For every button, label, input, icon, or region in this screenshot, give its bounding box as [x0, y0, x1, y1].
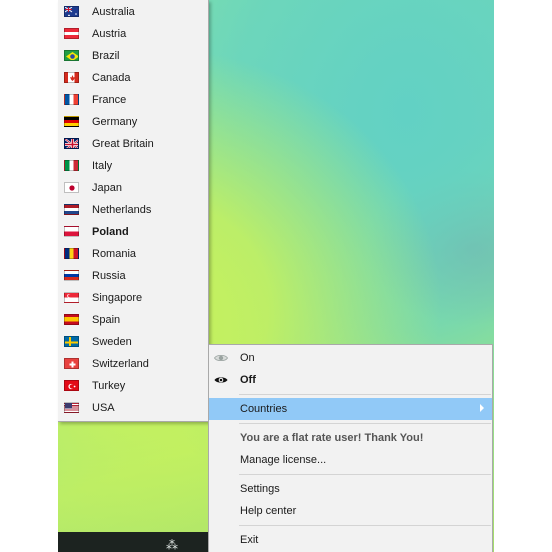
country-item-austria[interactable]: Austria: [58, 23, 208, 45]
menu-item-label: On: [240, 352, 255, 364]
country-label: Singapore: [92, 292, 143, 304]
russia-flag-icon: [64, 270, 79, 281]
country-label: Australia: [92, 6, 135, 18]
menu-item-off[interactable]: Off: [209, 369, 492, 391]
country-label: Italy: [92, 160, 113, 172]
country-item-netherlands[interactable]: Netherlands: [58, 199, 208, 221]
country-item-germany[interactable]: Germany: [58, 111, 208, 133]
tray-context-menu: On Off Countries You are a flat rate use…: [208, 344, 493, 552]
menu-item-label: Off: [240, 374, 256, 386]
menu-separator: [239, 525, 491, 526]
country-item-australia[interactable]: Australia: [58, 1, 208, 23]
country-item-japan[interactable]: Japan: [58, 177, 208, 199]
status-text: You are a flat rate user! Thank You!: [240, 432, 424, 444]
taskbar: [58, 532, 208, 552]
country-label: Austria: [92, 28, 127, 40]
country-item-sweden[interactable]: Sweden: [58, 331, 208, 353]
country-label: Japan: [92, 182, 122, 194]
submenu-arrow-icon: [480, 404, 484, 412]
menu-separator: [239, 474, 491, 475]
country-item-poland[interactable]: Poland: [58, 221, 208, 243]
country-item-romania[interactable]: Romania: [58, 243, 208, 265]
germany-flag-icon: [64, 116, 79, 127]
country-item-canada[interactable]: Canada: [58, 67, 208, 89]
country-item-switzerland[interactable]: Switzerland: [58, 353, 208, 375]
menu-item-on[interactable]: On: [209, 347, 492, 369]
menu-separator: [239, 423, 491, 424]
countries-submenu: Australia Austria Brazil Canada France G…: [58, 0, 209, 422]
country-item-usa[interactable]: USA: [58, 397, 208, 419]
country-label: Sweden: [92, 336, 132, 348]
romania-flag-icon: [64, 248, 79, 259]
switzerland-flag-icon: [64, 358, 79, 369]
country-label: Brazil: [92, 50, 120, 62]
menu-item-label: Countries: [240, 403, 288, 415]
austria-flag-icon: [64, 28, 79, 39]
country-label: France: [92, 94, 127, 106]
tray-app-icon[interactable]: ⁂: [166, 538, 178, 552]
japan-flag-icon: [64, 182, 79, 193]
italy-flag-icon: [64, 160, 79, 171]
brazil-flag-icon: [64, 50, 79, 61]
country-item-spain[interactable]: Spain: [58, 309, 208, 331]
country-item-turkey[interactable]: Turkey: [58, 375, 208, 397]
country-label: Turkey: [92, 380, 126, 392]
eye-icon: [214, 375, 228, 385]
france-flag-icon: [64, 94, 79, 105]
singapore-flag-icon: [64, 292, 79, 303]
country-label: Russia: [92, 270, 126, 282]
status-message: You are a flat rate user! Thank You!: [209, 427, 492, 449]
turkey-flag-icon: [64, 380, 79, 391]
menu-item-label: Settings: [240, 483, 280, 495]
canada-flag-icon: [64, 72, 79, 83]
poland-flag-icon: [64, 226, 79, 237]
sweden-flag-icon: [64, 336, 79, 347]
eye-icon: [214, 353, 228, 363]
country-label: Netherlands: [92, 204, 152, 216]
menu-separator: [239, 394, 491, 395]
country-label: Great Britain: [92, 138, 154, 150]
country-item-great-britain[interactable]: Great Britain: [58, 133, 208, 155]
country-label: Spain: [92, 314, 121, 326]
great-britain-flag-icon: [64, 138, 79, 149]
netherlands-flag-icon: [64, 204, 79, 215]
usa-flag-icon: [64, 402, 79, 413]
country-label: Romania: [92, 248, 137, 260]
menu-item-label: Exit: [240, 534, 259, 546]
country-label: Canada: [92, 72, 131, 84]
country-label: Switzerland: [92, 358, 149, 370]
menu-item-help-center[interactable]: Help center: [209, 500, 492, 522]
menu-item-label: Manage license...: [240, 454, 327, 466]
country-label: USA: [92, 402, 115, 414]
australia-flag-icon: [64, 6, 79, 17]
menu-item-manage-license[interactable]: Manage license...: [209, 449, 492, 471]
menu-item-settings[interactable]: Settings: [209, 478, 492, 500]
country-item-brazil[interactable]: Brazil: [58, 45, 208, 67]
country-label: Germany: [92, 116, 138, 128]
country-item-russia[interactable]: Russia: [58, 265, 208, 287]
country-item-singapore[interactable]: Singapore: [58, 287, 208, 309]
menu-item-exit[interactable]: Exit: [209, 529, 492, 551]
country-label: Poland: [92, 226, 129, 238]
country-item-italy[interactable]: Italy: [58, 155, 208, 177]
menu-item-label: Help center: [240, 505, 297, 517]
spain-flag-icon: [64, 314, 79, 325]
country-item-france[interactable]: France: [58, 89, 208, 111]
menu-item-countries[interactable]: Countries: [209, 398, 492, 420]
